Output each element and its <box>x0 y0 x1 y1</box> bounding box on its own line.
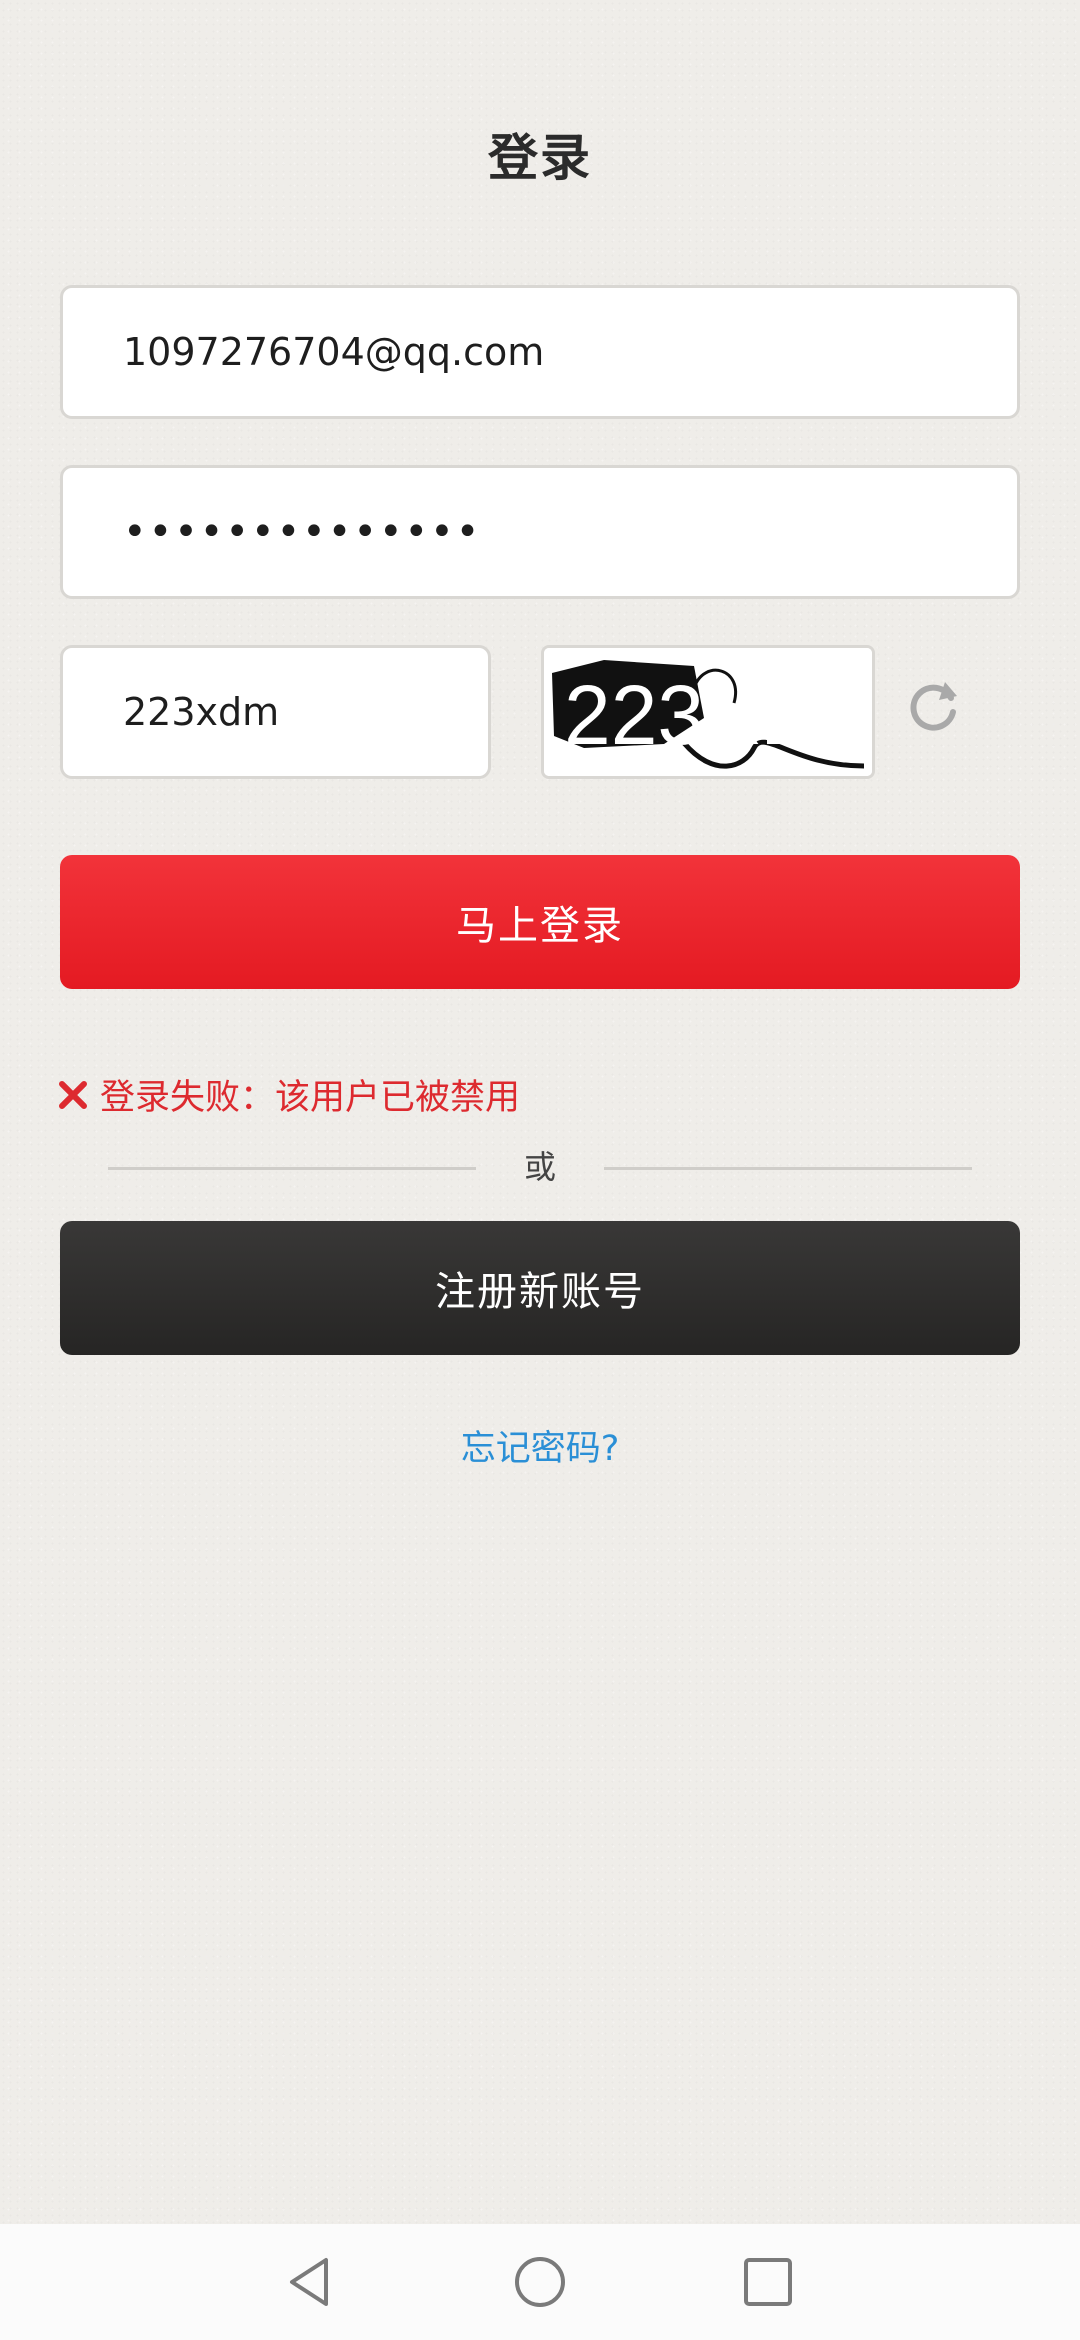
captcha-text-part: 223XDM <box>564 668 872 762</box>
divider-line-right <box>604 1167 972 1170</box>
captcha-image[interactable]: 223XDM <box>541 645 875 779</box>
close-icon <box>59 1081 87 1109</box>
circle-home-icon[interactable] <box>510 2252 570 2312</box>
captcha-field-box[interactable] <box>60 645 491 779</box>
error-text: 登录失败：该用户已被禁用 <box>100 1077 521 1118</box>
error-message: 登录失败：该用户已被禁用 <box>58 1068 520 1120</box>
email-field[interactable] <box>123 330 1017 374</box>
refresh-icon[interactable] <box>901 672 965 736</box>
captcha-graphic: 223XDM <box>544 648 872 776</box>
or-divider: 或 <box>108 1145 972 1189</box>
square-recents-icon[interactable] <box>738 2252 798 2312</box>
login-button[interactable]: 马上登录 <box>60 855 1020 989</box>
forgot-password-link[interactable]: 忘记密码? <box>0 1420 1080 1471</box>
triangle-back-icon[interactable] <box>280 2252 340 2312</box>
system-nav-bar <box>0 2224 1080 2340</box>
password-field[interactable] <box>123 509 1017 555</box>
email-field-box[interactable] <box>60 285 1020 419</box>
password-field-box[interactable] <box>60 465 1020 599</box>
register-button[interactable]: 注册新账号 <box>60 1221 1020 1355</box>
page-title: 登录 <box>488 129 592 187</box>
captcha-input[interactable] <box>123 690 488 734</box>
